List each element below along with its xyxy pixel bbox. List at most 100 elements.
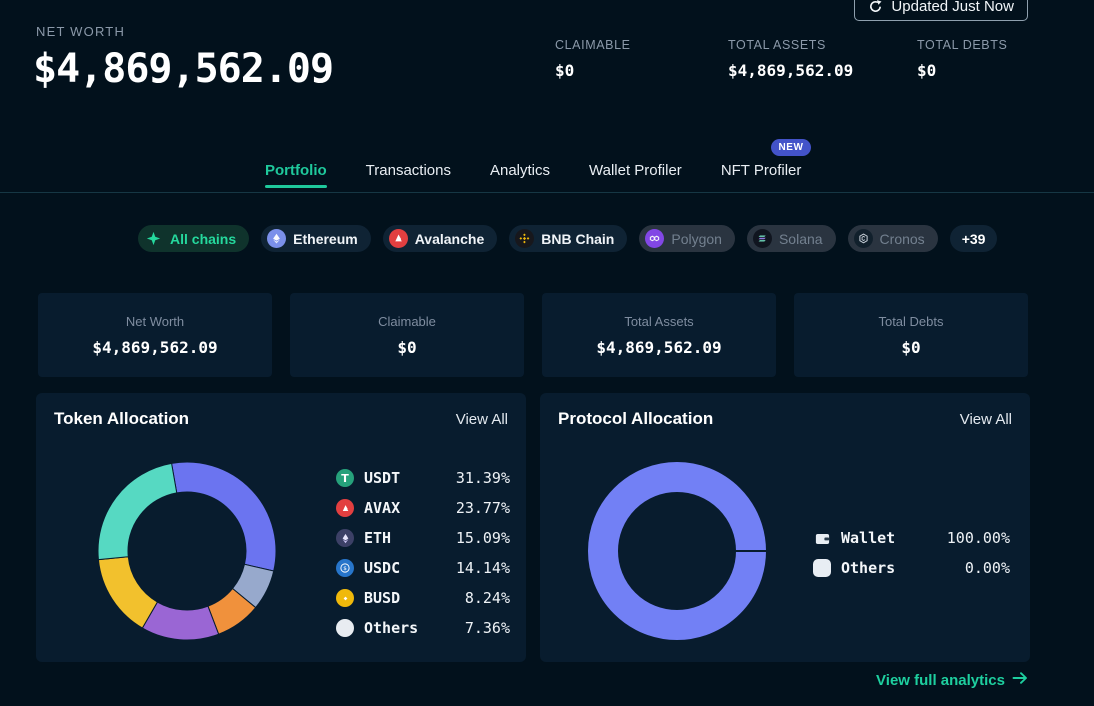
view-all-link[interactable]: View All [456, 411, 508, 428]
legend-row-others: Others 0.00% [813, 553, 1010, 583]
chip-label: Ethereum [293, 231, 358, 247]
tab-analytics[interactable]: Analytics [490, 162, 550, 188]
chip-label: +39 [962, 231, 986, 247]
legend-row-wallet: Wallet 100.00% [813, 523, 1010, 553]
donut-slice-wallet [603, 477, 751, 625]
chain-chip-bnb-chain[interactable]: BNB Chain [509, 225, 627, 252]
protocol-legend: Wallet 100.00% Others 0.00% [813, 523, 1010, 583]
panel-title: Protocol Allocation [558, 409, 713, 429]
chip-label: Polygon [671, 231, 722, 247]
header-stat-total-assets: TOTAL ASSETS $4,869,562.09 [728, 38, 853, 80]
tab-wallet-profiler[interactable]: Wallet Profiler [589, 162, 682, 188]
busd-icon [336, 589, 354, 607]
arrow-right-icon [1012, 671, 1028, 689]
tab-label: Portfolio [265, 162, 327, 179]
wallet-icon [813, 529, 831, 547]
tab-label: Transactions [366, 162, 451, 179]
svg-text:$: $ [343, 566, 347, 572]
header-stat-claimable: CLAIMABLE $0 [555, 38, 631, 80]
token-allocation-donut-chart[interactable] [92, 456, 282, 646]
card-label: Total Debts [878, 314, 943, 329]
token-legend: T USDT 31.39% AVAX 23.77% ETH [336, 463, 510, 643]
protocol-allocation-donut-chart[interactable] [582, 456, 772, 646]
tab-nft-profiler[interactable]: NFT Profiler NEW [721, 162, 802, 188]
tab-label: Analytics [490, 162, 550, 179]
cronos-icon [854, 229, 873, 248]
token-allocation-panel: Token Allocation View All T USDT 31.39% … [36, 393, 526, 662]
header-stat-total-debts: TOTAL DEBTS $0 [917, 38, 1007, 80]
card-value: $0 [901, 338, 920, 357]
stat-label: CLAIMABLE [555, 38, 631, 52]
donut-slice-usdt [172, 462, 276, 571]
new-badge: NEW [771, 139, 812, 156]
summary-card-total-assets: Total Assets $4,869,562.09 [542, 293, 776, 377]
legend-pct: 15.09% [456, 529, 510, 547]
legend-row-others: Others 7.36% [336, 613, 510, 643]
chip-label: All chains [170, 231, 236, 247]
stat-label: TOTAL ASSETS [728, 38, 853, 52]
chip-label: Avalanche [415, 231, 485, 247]
stat-value: $0 [555, 61, 631, 80]
eth-icon [336, 529, 354, 547]
link-label: View full analytics [876, 672, 1005, 689]
tab-portfolio[interactable]: Portfolio [265, 162, 327, 188]
chain-chip-cronos[interactable]: Cronos [848, 225, 938, 252]
card-label: Total Assets [624, 314, 693, 329]
legend-row-avax: AVAX 23.77% [336, 493, 510, 523]
chain-chip-more[interactable]: +39 [950, 225, 998, 252]
card-value: $0 [397, 338, 416, 357]
chain-chip-solana[interactable]: Solana [747, 225, 836, 252]
usdc-icon: $ [336, 559, 354, 577]
refresh-icon [868, 0, 883, 14]
stat-value: $4,869,562.09 [728, 61, 853, 80]
chip-label: Cronos [880, 231, 925, 247]
tab-transactions[interactable]: Transactions [366, 162, 451, 188]
chip-label: Solana [779, 231, 823, 247]
stat-label: TOTAL DEBTS [917, 38, 1007, 52]
chain-chip-ethereum[interactable]: Ethereum [261, 225, 371, 252]
chain-chip-all-chains[interactable]: All chains [138, 225, 249, 252]
avax-icon [336, 499, 354, 517]
summary-card-net-worth: Net Worth $4,869,562.09 [38, 293, 272, 377]
refresh-button-label: Updated Just Now [891, 0, 1014, 15]
chain-chip-polygon[interactable]: Polygon [639, 225, 735, 252]
legend-row-usdt: T USDT 31.39% [336, 463, 510, 493]
legend-pct: 100.00% [947, 529, 1010, 547]
legend-pct: 7.36% [465, 619, 510, 637]
card-value: $4,869,562.09 [596, 338, 721, 357]
refresh-button[interactable]: Updated Just Now [854, 0, 1028, 21]
card-label: Claimable [378, 314, 436, 329]
legend-name: ETH [364, 529, 391, 547]
usdt-icon: T [336, 469, 354, 487]
legend-name: Others [364, 619, 418, 637]
portfolio-app: Updated Just Now NET WORTH $4,869,562.09… [0, 0, 1094, 706]
panel-title: Token Allocation [54, 409, 189, 429]
tab-label: NFT Profiler [721, 162, 802, 179]
polygon-icon [645, 229, 664, 248]
net-worth-label: NET WORTH [36, 24, 125, 39]
card-label: Net Worth [126, 314, 184, 329]
legend-row-eth: ETH 15.09% [336, 523, 510, 553]
chain-chip-avalanche[interactable]: Avalanche [383, 225, 498, 252]
chain-filter-bar: All chains Ethereum Avalanche [138, 225, 997, 252]
legend-name: USDC [364, 559, 400, 577]
legend-name: BUSD [364, 589, 400, 607]
avalanche-icon [389, 229, 408, 248]
tab-label: Wallet Profiler [589, 162, 682, 179]
card-value: $4,869,562.09 [92, 338, 217, 357]
summary-card-claimable: Claimable $0 [290, 293, 524, 377]
view-all-link[interactable]: View All [960, 411, 1012, 428]
legend-pct: 31.39% [456, 469, 510, 487]
legend-name: AVAX [364, 499, 400, 517]
summary-card-total-debts: Total Debts $0 [794, 293, 1028, 377]
chip-label: BNB Chain [541, 231, 614, 247]
ethereum-icon [267, 229, 286, 248]
donut-slice-eth [98, 557, 157, 628]
legend-pct: 14.14% [456, 559, 510, 577]
donut-slice-avax [98, 463, 177, 559]
header-divider [0, 192, 1094, 193]
view-full-analytics-link[interactable]: View full analytics [876, 671, 1028, 689]
legend-row-usdc: $ USDC 14.14% [336, 553, 510, 583]
net-worth-value: $4,869,562.09 [33, 46, 333, 92]
tab-bar: Portfolio Transactions Analytics Wallet … [265, 160, 801, 188]
